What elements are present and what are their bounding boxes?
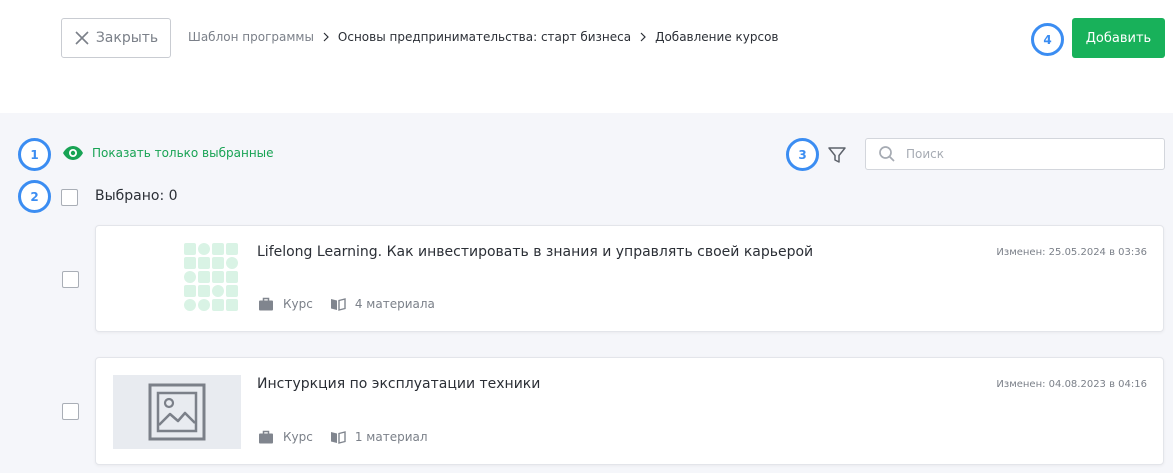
image-placeholder-icon [148, 383, 206, 441]
breadcrumb: Шаблон программы Основы предпринимательс… [188, 30, 779, 44]
selected-count: Выбрано: 0 [95, 188, 178, 204]
breadcrumb-item-program-template[interactable]: Шаблон программы [188, 30, 314, 44]
chevron-right-icon [321, 32, 331, 42]
annotation-marker-2: 2 [18, 180, 51, 213]
briefcase-icon [259, 430, 273, 444]
close-button[interactable]: Закрыть [61, 18, 171, 58]
show-selected-label: Показать только выбранные [92, 146, 274, 160]
annotation-marker-3: 3 [786, 138, 819, 171]
briefcase-icon [259, 297, 273, 311]
course-card[interactable]: Инстуркция по эксплуатации техники Измен… [95, 357, 1164, 465]
course-title[interactable]: Lifelong Learning. Как инвестировать в з… [257, 244, 813, 260]
search-icon [879, 146, 895, 162]
top-bar: Закрыть Шаблон программы Основы предприн… [0, 0, 1173, 113]
book-icon [330, 298, 346, 311]
course-meta: Курс 4 материала [258, 297, 452, 311]
course-title[interactable]: Инстуркция по эксплуатации техники [257, 376, 540, 392]
materials-count: 4 материала [354, 297, 435, 311]
show-selected-toggle[interactable]: Показать только выбранные [62, 145, 274, 161]
breadcrumb-item-program[interactable]: Основы предпринимательства: старт бизнес… [338, 30, 631, 44]
close-button-label: Закрыть [95, 30, 159, 46]
modified-date: Изменен: 04.08.2023 в 04:16 [996, 379, 1147, 390]
close-icon [75, 31, 89, 45]
item-checkbox[interactable] [62, 403, 79, 420]
search-box[interactable] [865, 138, 1165, 170]
breadcrumb-item-current: Добавление курсов [655, 30, 779, 44]
materials-count: 1 материал [354, 430, 428, 444]
book-icon [330, 431, 346, 444]
eye-icon [63, 146, 83, 160]
add-button[interactable]: Добавить [1072, 18, 1165, 58]
annotation-marker-1: 1 [18, 138, 51, 171]
filter-icon[interactable] [826, 144, 848, 166]
course-thumbnail [184, 243, 238, 311]
select-all-checkbox[interactable] [61, 189, 78, 206]
chevron-right-icon [638, 32, 648, 42]
course-meta: Курс 1 материал [258, 430, 445, 444]
search-input[interactable] [906, 147, 1146, 161]
modified-date: Изменен: 25.05.2024 в 03:36 [996, 247, 1147, 258]
course-type: Курс [283, 430, 313, 444]
item-checkbox[interactable] [62, 271, 79, 288]
course-card[interactable]: Lifelong Learning. Как инвестировать в з… [95, 225, 1164, 332]
course-type: Курс [283, 297, 313, 311]
course-thumbnail [113, 375, 241, 449]
annotation-marker-4: 4 [1031, 23, 1064, 56]
